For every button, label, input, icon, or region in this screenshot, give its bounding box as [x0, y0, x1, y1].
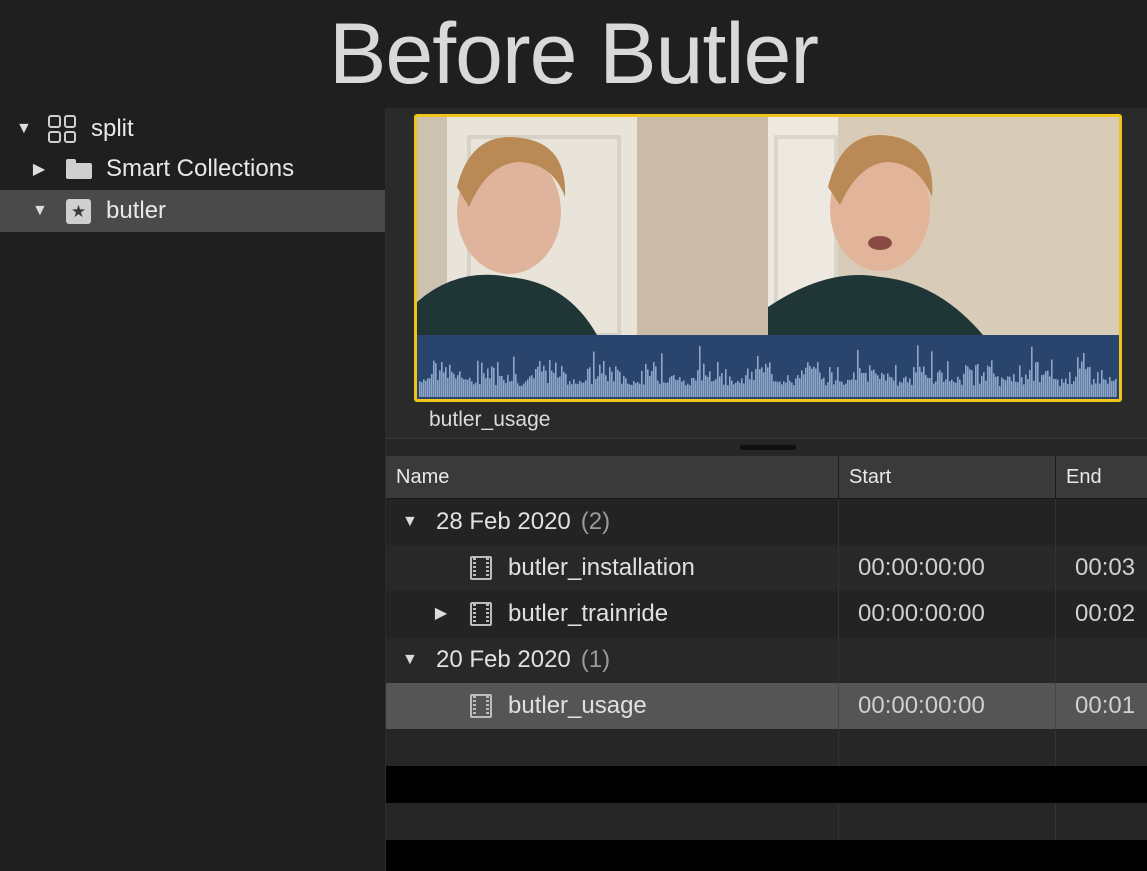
- disclosure-triangle-icon[interactable]: ▼: [402, 637, 418, 683]
- disclosure-triangle-icon[interactable]: ▼: [32, 202, 48, 220]
- sidebar-item-label: butler: [106, 197, 167, 224]
- empty-row: [386, 803, 1147, 840]
- empty-row: [386, 766, 1147, 803]
- clip-name: butler_trainride: [508, 600, 669, 627]
- disclosure-triangle-icon[interactable]: ▶: [434, 591, 448, 637]
- clip-filmstrip[interactable]: [414, 114, 1122, 402]
- film-clip-icon: [470, 602, 492, 626]
- group-count: (1): [580, 646, 611, 673]
- event-star-icon: ★: [66, 198, 91, 224]
- sidebar-item-label: split: [91, 115, 134, 142]
- film-clip-icon: [470, 694, 492, 718]
- group-row[interactable]: ▼ 28 Feb 2020 (2): [386, 499, 1147, 545]
- list-header: Name Start End: [386, 456, 1147, 499]
- table-row[interactable]: butler_installation 00:00:00:00 00:03: [386, 545, 1147, 591]
- table-row[interactable]: ▶ butler_trainride 00:00:00:00 00:02: [386, 591, 1147, 637]
- column-header-end[interactable]: End: [1055, 456, 1147, 498]
- clip-list: Name Start End ▼ 28 Feb 2020 (2) butler_…: [386, 456, 1147, 871]
- library-icon: [48, 115, 76, 143]
- disclosure-triangle-icon[interactable]: ▼: [402, 499, 418, 545]
- film-clip-icon: [470, 556, 492, 580]
- sidebar-item-library[interactable]: ▼ split: [0, 108, 385, 150]
- browser-panel: butler_usage Name Start End ▼ 28 Feb 202…: [386, 108, 1147, 871]
- group-date: 20 Feb 2020: [436, 646, 571, 673]
- empty-row: [386, 729, 1147, 766]
- clip-name: butler_usage: [508, 692, 647, 719]
- sidebar-item-label: Smart Collections: [106, 155, 295, 182]
- group-row[interactable]: ▼ 20 Feb 2020 (1): [386, 637, 1147, 683]
- clip-end: 00:02: [1075, 600, 1136, 627]
- clip-name: butler_installation: [508, 554, 695, 581]
- group-count: (2): [580, 508, 611, 535]
- sidebar-item-butler[interactable]: ▼ ★ butler: [0, 190, 385, 232]
- filmstrip-clip-name: butler_usage: [429, 408, 551, 431]
- disclosure-triangle-icon[interactable]: ▶: [32, 159, 46, 179]
- clip-start: 00:00:00:00: [858, 600, 985, 627]
- audio-waveform: [417, 335, 1119, 399]
- disclosure-triangle-icon[interactable]: ▼: [16, 120, 32, 138]
- video-thumbnail: [768, 117, 1119, 335]
- empty-row: [386, 840, 1147, 871]
- sidebar-item-smart-collections[interactable]: ▶ Smart Collections: [0, 148, 385, 190]
- group-date: 28 Feb 2020: [436, 508, 571, 535]
- clip-start: 00:00:00:00: [858, 692, 985, 719]
- clip-end: 00:01: [1075, 692, 1136, 719]
- splitter-handle[interactable]: [740, 445, 796, 450]
- table-row-selected[interactable]: butler_usage 00:00:00:00 00:01: [386, 683, 1147, 729]
- column-header-start[interactable]: Start: [838, 456, 1055, 498]
- clip-start: 00:00:00:00: [858, 554, 985, 581]
- clip-end: 00:03: [1075, 554, 1136, 581]
- pane-splitter[interactable]: [386, 438, 1147, 458]
- folder-icon: [66, 159, 92, 179]
- video-thumbnail: [417, 117, 768, 335]
- column-header-name[interactable]: Name: [386, 456, 838, 498]
- app-window: Before Butler ▼ split ▶ Smart Collection…: [0, 0, 1147, 871]
- page-title: Before Butler: [329, 6, 819, 102]
- libraries-sidebar: ▼ split ▶ Smart Collections ▼ ★ butler: [0, 108, 386, 871]
